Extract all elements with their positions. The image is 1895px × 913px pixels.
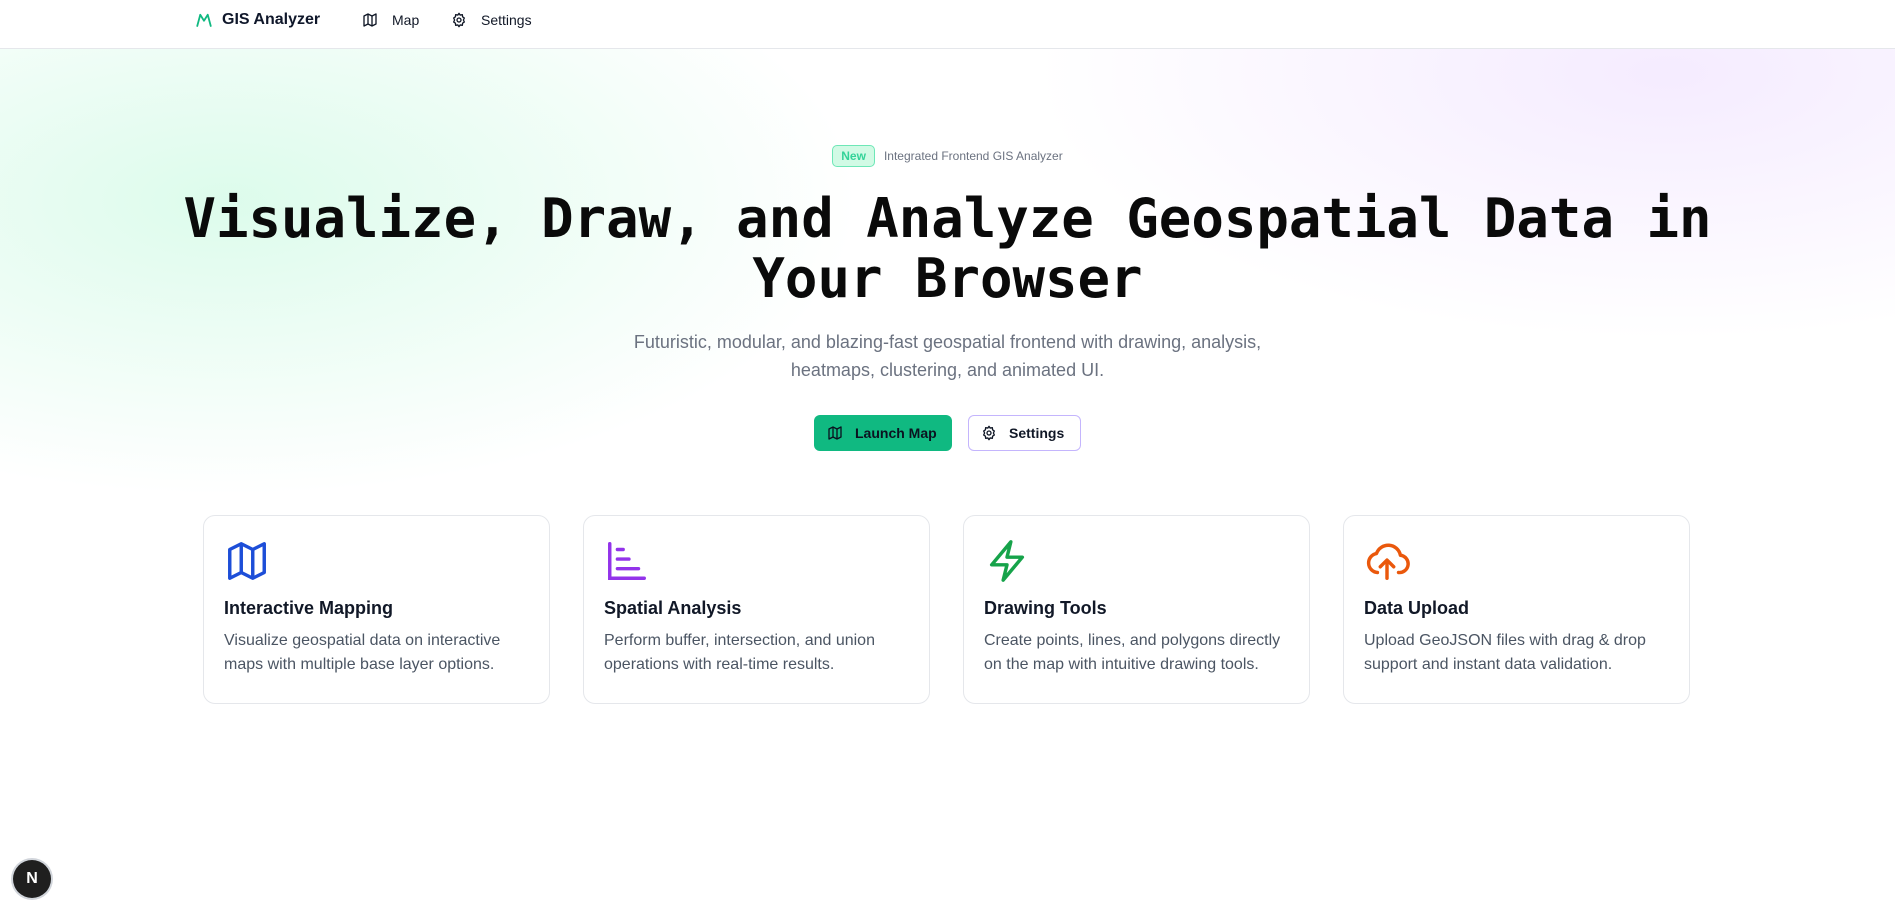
feature-description: Visualize geospatial data on interactive… (224, 632, 501, 673)
brand-name: GIS Analyzer (222, 11, 321, 28)
announcement-text: Integrated Frontend GIS Analyzer (883, 149, 1063, 163)
lightning-icon (989, 540, 1025, 582)
feature-title: Data Upload (1364, 598, 1470, 618)
dev-tools-button[interactable]: N (13, 860, 51, 898)
cloud-upload-icon (1366, 543, 1410, 580)
announcement-badge: New Integrated Frontend GIS Analyzer (0, 145, 1895, 167)
feature-card-spatial-analysis: Spatial Analysis Perform buffer, interse… (583, 515, 930, 704)
hero-title-line-2: Your Browser (752, 247, 1143, 310)
map-icon (228, 542, 266, 580)
launch-map-label: Launch Map (855, 425, 937, 441)
nav-link-map[interactable]: Map (362, 9, 419, 31)
map-icon (828, 426, 842, 440)
chart-icon (608, 542, 646, 580)
nav-link-label: Map (392, 12, 420, 28)
feature-card-drawing-tools: Drawing Tools Create points, lines, and … (963, 515, 1310, 704)
mountain-logo-icon (196, 13, 212, 27)
feature-title: Drawing Tools (984, 598, 1107, 618)
nav-link-label: Settings (481, 12, 532, 28)
top-navbar: GIS Analyzer Map Settings (0, 0, 1895, 49)
feature-title: Interactive Mapping (224, 598, 394, 618)
brand-link[interactable]: GIS Analyzer (195, 9, 320, 31)
cta-group: Launch Map Settings (0, 415, 1895, 451)
nav-link-settings[interactable]: Settings (451, 9, 532, 31)
feature-cards: Interactive Mapping Visualize geospatial… (203, 515, 1691, 704)
settings-button[interactable]: Settings (968, 415, 1081, 451)
settings-label: Settings (1009, 425, 1065, 441)
feature-card-data-upload: Data Upload Upload GeoJSON files with dr… (1343, 515, 1690, 704)
hero-subtitle: Futuristic, modular, and blazing-fast ge… (633, 332, 1262, 380)
launch-map-button[interactable]: Launch Map (814, 415, 952, 451)
map-icon (363, 13, 377, 27)
feature-card-interactive-mapping: Interactive Mapping Visualize geospatial… (203, 515, 550, 704)
feature-description: Upload GeoJSON files with drag & drop su… (1364, 632, 1646, 673)
feature-description: Perform buffer, intersection, and union … (604, 632, 875, 673)
hero-title-line-1: Visualize, Draw, and Analyze Geospatial … (183, 187, 1712, 250)
dev-tools-letter: N (26, 870, 38, 887)
feature-title: Spatial Analysis (604, 598, 742, 618)
gear-icon (453, 12, 465, 28)
gear-icon (983, 425, 995, 441)
new-badge: New (832, 145, 875, 167)
hero-title: Visualize, Draw, and Analyze Geospatial … (0, 189, 1895, 309)
feature-description: Create points, lines, and polygons direc… (984, 632, 1281, 673)
